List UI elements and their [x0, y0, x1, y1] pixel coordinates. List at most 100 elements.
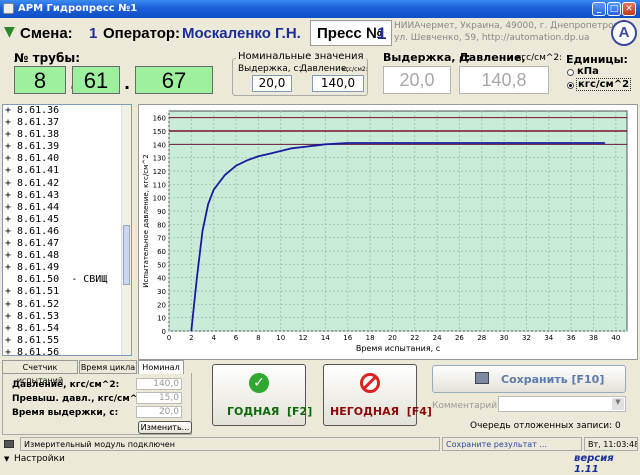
pipe-list-item[interactable]: + 8.61.40 — [3, 153, 131, 165]
data-point — [503, 142, 505, 144]
pipe-list-item[interactable]: + 8.61.56 — [3, 347, 131, 355]
y-tick-label: 120 — [153, 168, 166, 176]
data-point — [196, 277, 198, 279]
pipe-list-item[interactable]: + 8.61.43 — [3, 190, 131, 202]
good-button[interactable]: ✓ ГОДНАЯ [F2] — [212, 364, 312, 426]
pipe-list-item[interactable]: + 8.61.52 — [3, 299, 131, 311]
tab-test-counter[interactable]: Счетчик испытаний — [2, 360, 78, 385]
save-icon — [475, 372, 489, 384]
header: ▼ Смена: 1 Оператор: Москаленко Г.Н. Пре… — [0, 18, 640, 48]
pipe-list-item[interactable]: + 8.61.47 — [3, 238, 131, 250]
x-tick-label: 12 — [299, 334, 308, 342]
close-button[interactable]: ✕ — [622, 2, 636, 16]
pipe-list-scrollbar[interactable] — [121, 105, 131, 355]
status-bar: Измерительный модуль подключен Сохраните… — [0, 436, 640, 475]
pipe-list-item[interactable]: + 8.61.53 — [3, 311, 131, 323]
pipe-list[interactable]: + 8.61.36 + 8.61.37 + 8.61.38 + 8.61.39 + 8.… — [2, 104, 132, 356]
pipe-list-item[interactable]: + 8.61.46 — [3, 226, 131, 238]
data-point — [481, 142, 483, 144]
pipe-list-item[interactable]: 8.61.50 - СВИЩ — [3, 274, 131, 286]
save-label: Сохранить [F10] — [501, 373, 605, 386]
pipe-part2: 61 — [72, 66, 120, 94]
data-point — [268, 153, 271, 155]
x-tick-label: 0 — [167, 334, 171, 342]
unit-kpa-radio[interactable] — [567, 69, 574, 76]
settings-link[interactable]: Настройки — [14, 454, 65, 464]
current-hold-label: Выдержка, с: — [383, 51, 471, 64]
change-button[interactable]: Изменить... — [138, 421, 192, 434]
pipe-list-item[interactable]: + 8.61.54 — [3, 323, 131, 335]
data-point — [224, 174, 226, 176]
unit-kgf-radio[interactable] — [567, 82, 574, 89]
nominal-pressure-unit: кгс/см2: — [342, 66, 368, 73]
data-point — [213, 189, 215, 191]
y-tick-label: 60 — [157, 248, 166, 256]
pipe-list-item[interactable]: + 8.61.55 — [3, 335, 131, 347]
y-tick-label: 150 — [153, 128, 166, 136]
window-title: АРМ Гидропресс №1 — [18, 3, 138, 14]
units-title: Единицы: — [566, 53, 628, 66]
x-tick-label: 10 — [276, 334, 285, 342]
pipe-label: № трубы: — [14, 51, 81, 65]
pipe-list-item[interactable]: + 8.61.45 — [3, 214, 131, 226]
pipe-part3: 67 — [135, 66, 213, 94]
x-tick-label: 32 — [522, 334, 531, 342]
minimize-button[interactable]: _ — [592, 2, 606, 16]
chart-svg: 0102030405060708090100110120130140150160… — [142, 110, 628, 353]
tab-nominal[interactable]: Номинал — [138, 360, 184, 374]
data-point — [190, 330, 192, 332]
status-module: Измерительный модуль подключен — [20, 437, 440, 451]
param-hold-label: Время выдержки, с: — [12, 408, 119, 418]
param-hold-field: 20,0 — [136, 406, 182, 418]
current-hold-display: 20,0 — [383, 66, 451, 94]
y-tick-label: 30 — [157, 288, 166, 296]
pipe-list-item[interactable]: + 8.61.41 — [3, 165, 131, 177]
x-tick-label: 26 — [455, 334, 464, 342]
data-point — [525, 142, 528, 144]
forbidden-icon — [360, 373, 380, 393]
x-tick-label: 8 — [256, 334, 260, 342]
param-excess-field: 15,0 — [136, 392, 182, 404]
pipe-list-item[interactable]: + 8.61.37 — [3, 117, 131, 129]
operator-label: Оператор: — [103, 25, 181, 42]
logo-icon: A — [611, 20, 637, 46]
pipe-list-item[interactable]: + 8.61.38 — [3, 129, 131, 141]
data-point — [570, 142, 572, 144]
x-tick-label: 4 — [211, 334, 216, 342]
pipe-list-item[interactable]: + 8.61.39 — [3, 141, 131, 153]
pipe-list-item[interactable]: + 8.61.51 — [3, 286, 131, 298]
pipe-list-item[interactable]: + 8.61.48 — [3, 250, 131, 262]
tab-cycle-time[interactable]: Время цикла — [79, 360, 137, 374]
maximize-button[interactable]: □ — [607, 2, 621, 16]
settings-toggle-icon[interactable]: ▼ — [4, 455, 9, 463]
unit-kpa-label: кПа — [577, 66, 599, 77]
data-point — [280, 150, 282, 152]
x-tick-label: 2 — [189, 334, 193, 342]
data-point — [436, 142, 438, 144]
title-bar: АРМ Гидропресс №1 _ □ ✕ — [0, 0, 640, 18]
data-point — [414, 142, 416, 144]
comment-dropdown[interactable]: ▼ — [498, 396, 626, 412]
pipe-list-item[interactable]: + 8.61.42 — [3, 178, 131, 190]
y-tick-label: 100 — [153, 195, 166, 203]
scroll-thumb[interactable] — [123, 225, 130, 285]
check-icon: ✓ — [249, 373, 269, 393]
x-tick-label: 22 — [410, 334, 419, 342]
x-tick-label: 14 — [321, 334, 330, 342]
y-tick-label: 70 — [157, 235, 166, 243]
save-button[interactable]: Сохранить [F10] — [432, 365, 626, 393]
x-tick-label: 20 — [388, 334, 397, 342]
pressure-chart: 0 10 20 30 40 50 60 70 80 90 100 110 120 130 140 150 160… — [138, 104, 638, 360]
module-icon — [4, 440, 14, 448]
bad-label: НЕГОДНАЯ [F4] — [330, 405, 432, 418]
pipe-list-item[interactable]: + 8.61.44 — [3, 202, 131, 214]
param-excess-label: Превыш. давл., кгс/см^2: — [12, 394, 148, 404]
pipe-list-item[interactable]: + 8.61.49 — [3, 262, 131, 274]
data-point — [369, 142, 371, 144]
bad-button[interactable]: НЕГОДНАЯ [F4] — [323, 364, 432, 426]
pipe-list-item[interactable]: + 8.61.36 — [3, 105, 131, 117]
data-point — [358, 142, 360, 144]
data-point — [548, 142, 550, 144]
chevron-down-icon[interactable]: ▼ — [612, 398, 624, 410]
app-icon — [3, 3, 14, 14]
